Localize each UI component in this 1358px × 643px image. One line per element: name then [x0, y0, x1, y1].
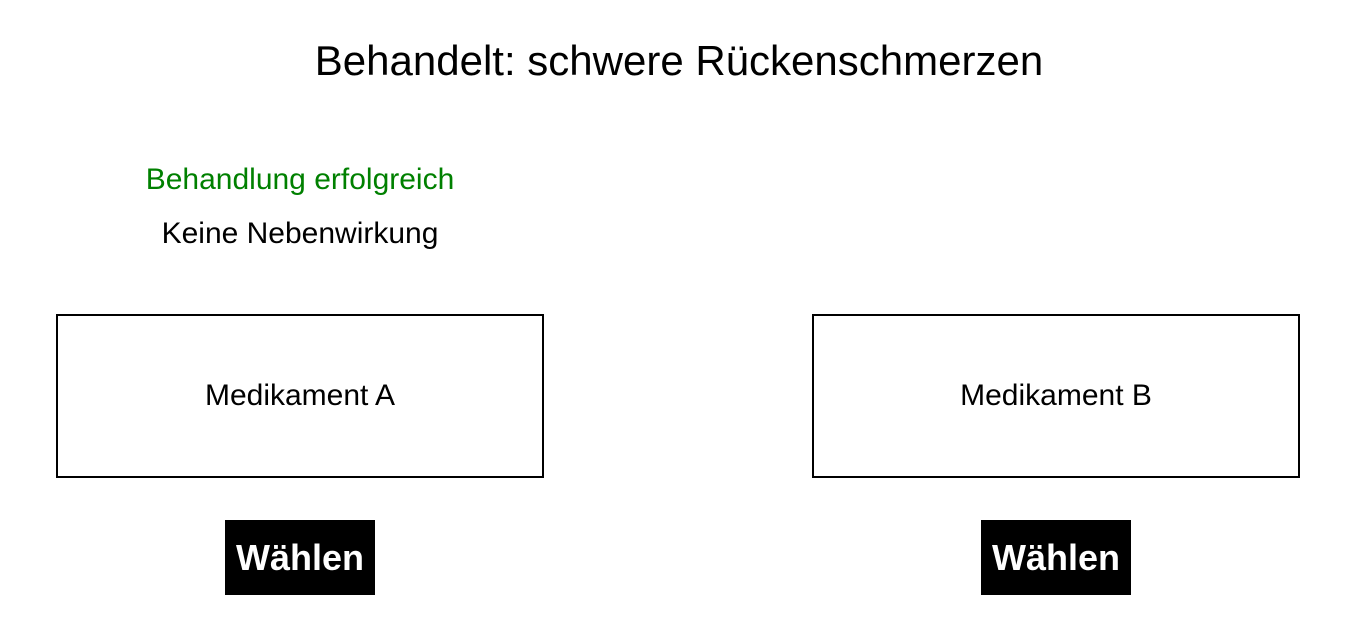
outcome-success-text: Behandlung erfolgreich [145, 163, 455, 196]
choose-medication-a-button[interactable]: Wählen [225, 520, 375, 595]
medication-b-card: Medikament B [812, 314, 1300, 478]
side-effect-text: Keine Nebenwirkung [161, 217, 439, 250]
medication-a-label: Medikament A [204, 379, 396, 412]
choose-medication-b-button[interactable]: Wählen [981, 520, 1131, 595]
page-title: Behandelt: schwere Rückenschmerzen [314, 37, 1044, 84]
medication-a-card: Medikament A [56, 314, 544, 478]
medication-b-label: Medikament B [960, 379, 1152, 412]
